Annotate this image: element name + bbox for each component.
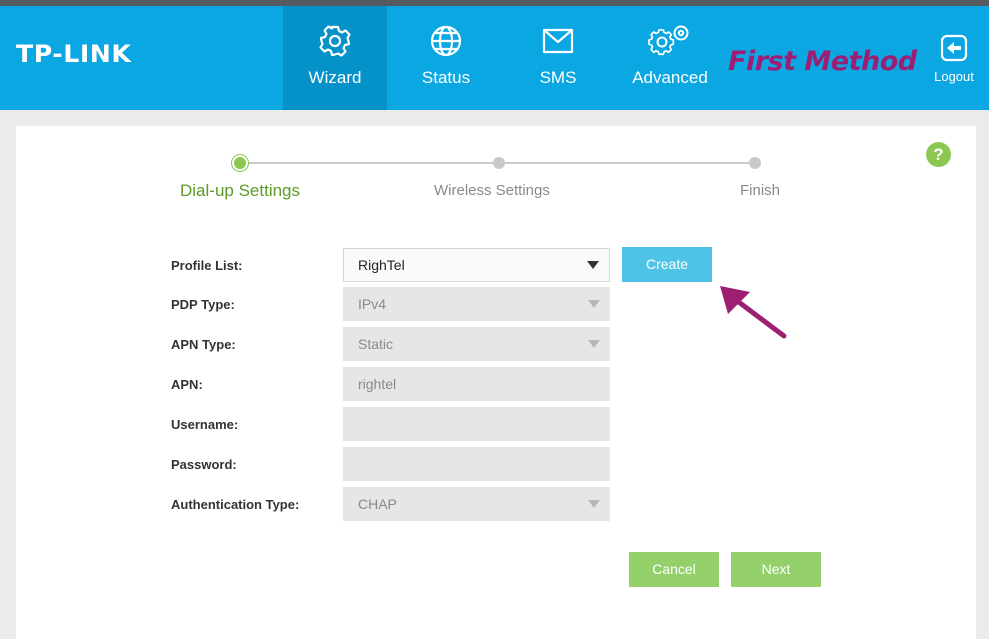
pdp-type-select: IPv4 xyxy=(343,287,610,321)
apn-type-label: APN Type: xyxy=(171,337,236,352)
annotation-text: First Method xyxy=(728,46,917,77)
header-bar: TP-LINK Wizard Status SMS Advanced First… xyxy=(0,6,989,110)
nav-wizard[interactable]: Wizard xyxy=(283,6,387,110)
step-label-dialup: Dial-up Settings xyxy=(180,181,301,200)
nav-advanced-label: Advanced xyxy=(632,68,708,87)
nav-wizard-label: Wizard xyxy=(308,68,362,87)
chevron-down-icon xyxy=(588,340,600,348)
auth-type-value: CHAP xyxy=(358,496,397,512)
chevron-down-icon xyxy=(587,261,599,269)
globe-icon xyxy=(394,24,498,58)
profile-list-value: RighTel xyxy=(358,257,405,273)
step-label-wireless: Wireless Settings xyxy=(434,182,550,199)
apn-value: rightel xyxy=(358,376,397,392)
create-button[interactable]: Create xyxy=(622,247,712,282)
gear-icon xyxy=(283,24,387,58)
apn-type-value: Static xyxy=(358,336,394,352)
step-label-finish: Finish xyxy=(740,182,781,199)
password-field xyxy=(343,447,610,481)
chevron-down-icon xyxy=(588,300,600,308)
username-field xyxy=(343,407,610,441)
step-connector xyxy=(505,162,749,164)
apn-type-select: Static xyxy=(343,327,610,361)
envelope-icon xyxy=(506,24,610,58)
auth-type-label: Authentication Type: xyxy=(171,497,300,512)
apn-field: rightel xyxy=(343,367,610,401)
nav-advanced[interactable]: Advanced xyxy=(618,6,722,110)
auth-type-select: CHAP xyxy=(343,487,610,521)
pdp-type-label: PDP Type: xyxy=(171,297,235,312)
apn-label: APN: xyxy=(171,377,203,392)
password-label: Password: xyxy=(171,457,237,472)
nav-sms-label: SMS xyxy=(539,68,577,87)
profile-list-select[interactable]: RighTel xyxy=(343,248,610,282)
step-dot-wireless xyxy=(493,157,505,169)
next-button[interactable]: Next xyxy=(731,552,821,587)
profile-list-label: Profile List: xyxy=(171,258,243,273)
step-dot-dialup xyxy=(234,157,246,169)
logout-icon xyxy=(940,34,968,62)
chevron-down-icon xyxy=(588,500,600,508)
pdp-type-value: IPv4 xyxy=(358,296,387,312)
nav-sms[interactable]: SMS xyxy=(506,6,610,110)
logout-label: Logout xyxy=(934,69,974,84)
logout-button[interactable]: Logout xyxy=(928,34,980,84)
brand-logo: TP-LINK xyxy=(16,40,132,68)
gears-icon xyxy=(618,24,722,58)
step-dot-finish xyxy=(749,157,761,169)
nav-status-label: Status xyxy=(421,68,471,87)
nav-status[interactable]: Status xyxy=(394,6,498,110)
step-connector xyxy=(246,162,494,164)
help-icon[interactable]: ? xyxy=(926,142,951,167)
annotation-arrow-icon xyxy=(720,286,787,339)
cancel-button[interactable]: Cancel xyxy=(629,552,719,587)
username-label: Username: xyxy=(171,417,239,432)
